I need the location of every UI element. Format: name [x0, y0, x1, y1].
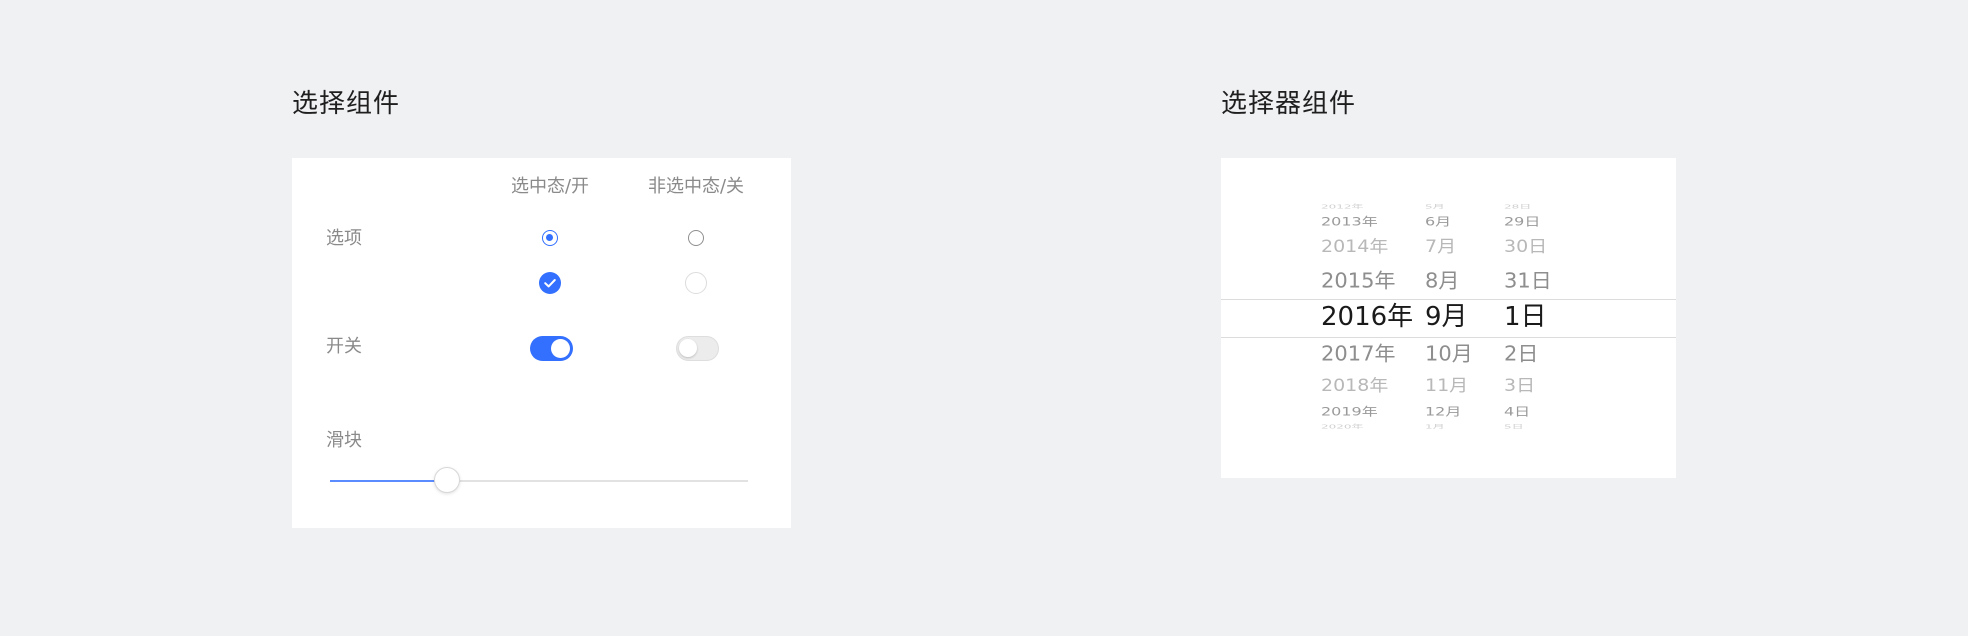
slider-row-label: 滑块 [326, 430, 362, 451]
month-option[interactable]: 12月 [1425, 406, 1461, 418]
radio-selected[interactable] [542, 230, 558, 246]
year-option[interactable]: 2020年 [1321, 424, 1364, 429]
radio-unselected[interactable] [688, 230, 704, 246]
month-option[interactable]: 8月 [1425, 271, 1459, 291]
checkbox-checked[interactable] [539, 272, 561, 294]
day-wheel[interactable]: 28日 29日 30日 31日 1日 2日 3日 4日 5日 [1504, 158, 1574, 478]
day-option[interactable]: 29日 [1504, 216, 1540, 228]
picker-section-title: 选择器组件 [1221, 89, 1357, 119]
date-picker-card: 2012年 2013年 2014年 2015年 2016年 2017年 2018年 2019年… [1221, 158, 1676, 478]
year-option[interactable]: 2017年 [1321, 344, 1395, 364]
header-unselected-off: 非选中态/关 [647, 176, 745, 197]
selection-section-title: 选择组件 [292, 89, 401, 119]
checkmark-icon [544, 279, 556, 288]
switch-off[interactable] [676, 336, 719, 361]
switch-row-label: 开关 [326, 336, 362, 357]
month-option[interactable]: 6月 [1425, 216, 1451, 228]
year-wheel[interactable]: 2012年 2013年 2014年 2015年 2016年 2017年 2018年 2019年… [1321, 158, 1431, 478]
switch-knob [679, 339, 697, 357]
switch-knob [551, 339, 570, 358]
year-option[interactable]: 2013年 [1321, 216, 1378, 228]
checkbox-unchecked[interactable] [685, 272, 707, 294]
year-option[interactable]: 2014年 [1321, 239, 1388, 256]
month-option[interactable]: 11月 [1425, 378, 1468, 395]
day-option[interactable]: 28日 [1504, 204, 1531, 209]
year-option[interactable]: 2018年 [1321, 378, 1388, 395]
day-option[interactable]: 31日 [1504, 271, 1552, 291]
header-selected-on: 选中态/开 [510, 176, 590, 197]
year-option[interactable]: 2015年 [1321, 271, 1395, 291]
year-option[interactable]: 2019年 [1321, 406, 1378, 418]
day-option[interactable]: 2日 [1504, 344, 1538, 364]
switch-on[interactable] [530, 336, 573, 361]
day-option[interactable]: 30日 [1504, 239, 1547, 256]
selection-components-card: 选中态/开 非选中态/关 选项 开关 滑块 [292, 158, 791, 528]
day-option[interactable]: 3日 [1504, 378, 1535, 395]
year-option[interactable]: 2012年 [1321, 204, 1364, 209]
slider-thumb[interactable] [434, 467, 461, 493]
month-option[interactable]: 10月 [1425, 344, 1473, 364]
option-row-label: 选项 [326, 228, 362, 249]
month-option[interactable]: 5月 [1425, 204, 1445, 209]
month-option-selected[interactable]: 9月 [1425, 304, 1468, 330]
month-option[interactable]: 1月 [1425, 424, 1445, 429]
month-option[interactable]: 7月 [1425, 239, 1456, 256]
day-option[interactable]: 5日 [1504, 424, 1524, 429]
day-option[interactable]: 4日 [1504, 406, 1530, 418]
month-wheel[interactable]: 5月 6月 7月 8月 9月 10月 11月 12月 1月 [1425, 158, 1495, 478]
slider-track[interactable] [330, 467, 748, 493]
year-option-selected[interactable]: 2016年 [1321, 304, 1413, 330]
slider-fill [330, 480, 448, 482]
day-option-selected[interactable]: 1日 [1504, 304, 1547, 330]
